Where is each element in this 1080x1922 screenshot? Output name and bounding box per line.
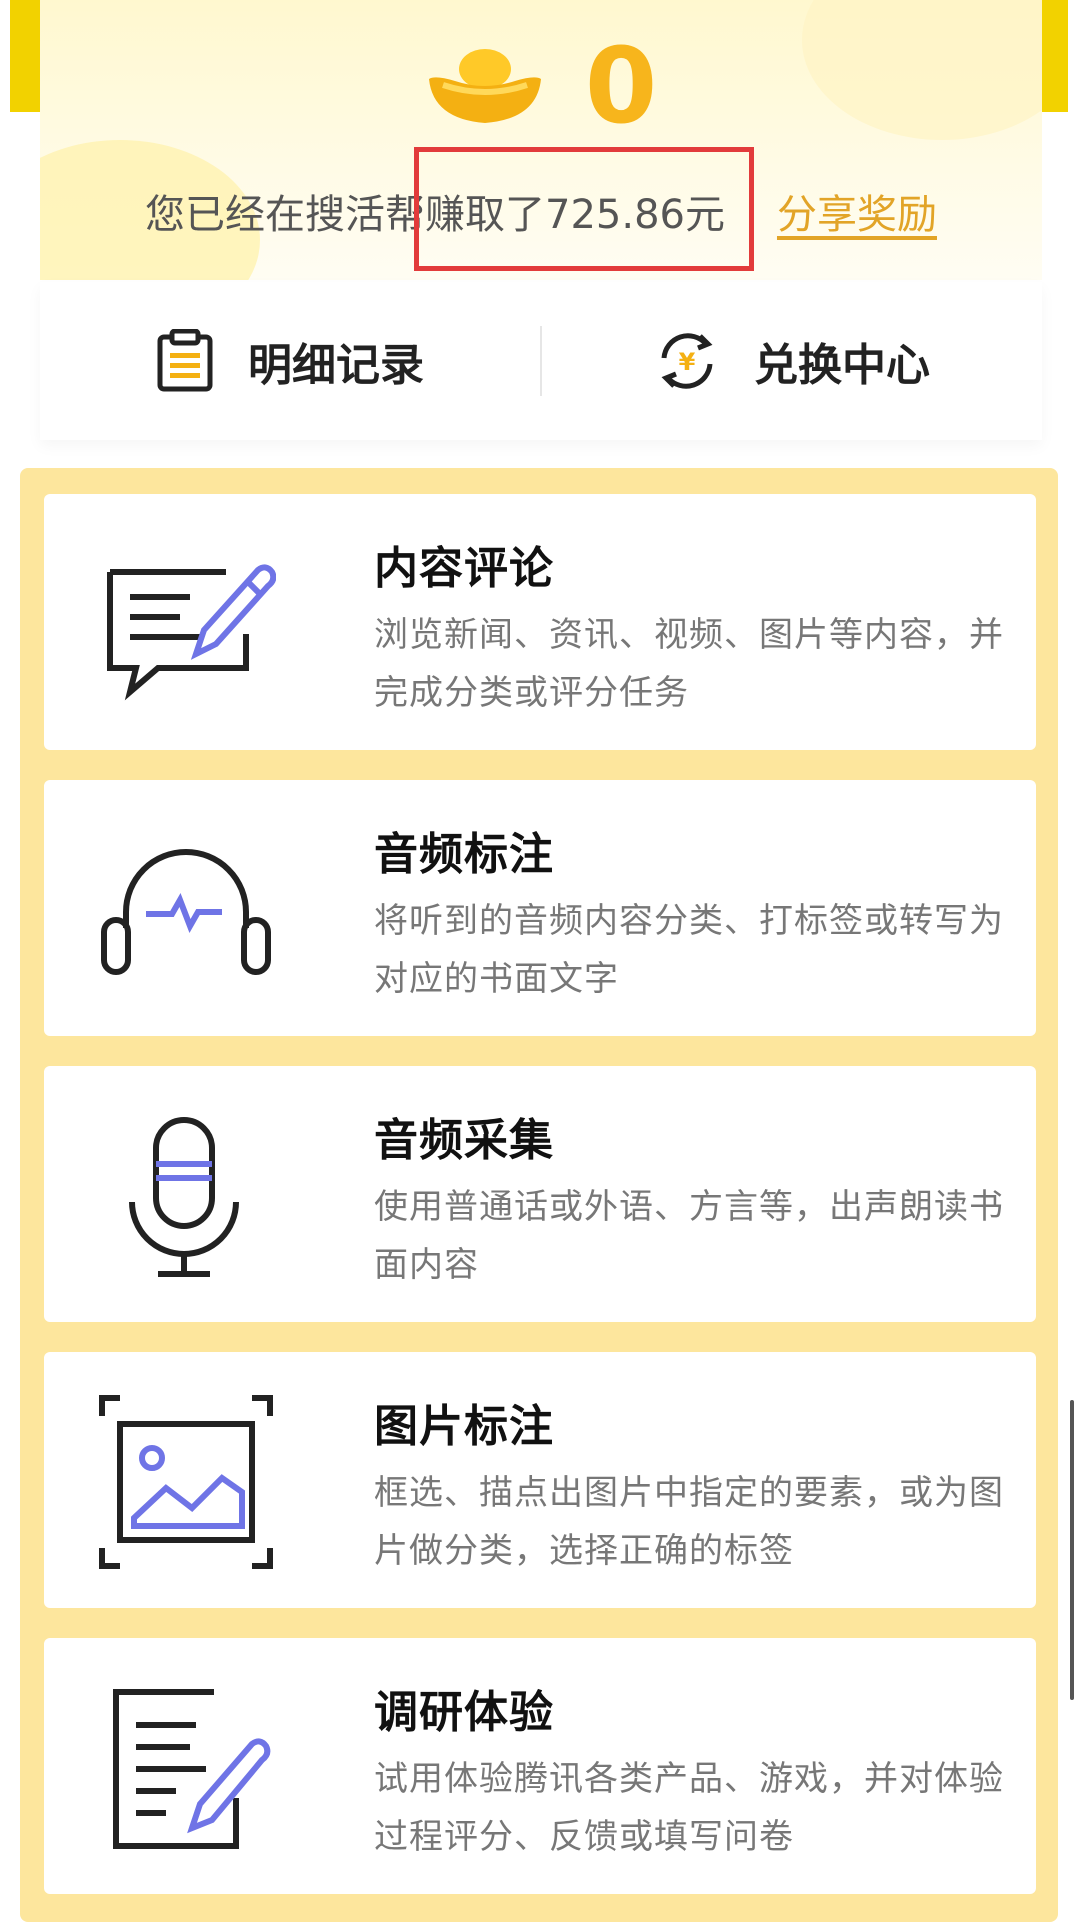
task-title: 内容评论 [374, 543, 554, 594]
image-frame-icon [99, 1395, 273, 1569]
coin-balance-row: 0 [40, 25, 1042, 147]
share-reward-link[interactable]: 分享奖励 [777, 182, 937, 240]
comment-edit-icon [107, 564, 276, 701]
microphone-icon [129, 1117, 239, 1277]
right-edge-accent [1038, 0, 1068, 112]
task-description: 浏览新闻、资讯、视频、图片等内容，并完成分类或评分任务 [374, 615, 1004, 713]
task-card-content-review[interactable]: 内容评论 浏览新闻、资讯、视频、图片等内容，并完成分类或评分任务 [44, 494, 1036, 750]
clipboard-icon [157, 329, 213, 392]
task-title: 音频采集 [374, 1115, 554, 1166]
svg-text:¥: ¥ [679, 348, 696, 376]
detail-records-button[interactable]: 明细记录 [40, 329, 540, 393]
exchange-center-button[interactable]: ¥ 兑换中心 [542, 328, 1042, 394]
task-title: 音频标注 [374, 829, 554, 880]
coin-count: 0 [584, 25, 658, 147]
task-card-audio-annotation[interactable]: 音频标注 将听到的音频内容分类、打标签或转写为对应的书面文字 [44, 780, 1036, 1036]
gold-ingot-icon [428, 49, 541, 123]
task-description: 使用普通话或外语、方言等，出声朗读书面内容 [374, 1187, 1004, 1285]
task-description: 框选、描点出图片中指定的要素，或为图片做分类，选择正确的标签 [374, 1473, 1004, 1571]
earnings-prefix: 您已经在搜活帮 [145, 192, 426, 238]
yuan-exchange-icon: ¥ [661, 333, 713, 389]
quick-links-bar: 明细记录 ¥ 兑换中心 [40, 282, 1042, 440]
task-title: 图片标注 [374, 1401, 554, 1452]
task-list-panel: 内容评论 浏览新闻、资讯、视频、图片等内容，并完成分类或评分任务 音频标注 将听… [20, 468, 1058, 1922]
task-title: 调研体验 [374, 1687, 554, 1738]
task-description: 试用体验腾讯各类产品、游戏，并对体验过程评分、反馈或填写问卷 [374, 1759, 1004, 1857]
survey-edit-icon [113, 1689, 271, 1849]
task-card-image-annotation[interactable]: 图片标注 框选、描点出图片中指定的要素，或为图片做分类，选择正确的标签 [44, 1352, 1036, 1608]
task-card-survey-experience[interactable]: 调研体验 试用体验腾讯各类产品、游戏，并对体验过程评分、反馈或填写问卷 [44, 1638, 1036, 1894]
earnings-highlight-box [414, 147, 754, 271]
headphones-icon [101, 849, 271, 975]
exchange-center-label: 兑换中心 [754, 340, 930, 391]
scrollbar[interactable] [1070, 1400, 1074, 1700]
detail-records-label: 明细记录 [248, 340, 424, 391]
left-edge-accent [10, 0, 40, 112]
task-description: 将听到的音频内容分类、打标签或转写为对应的书面文字 [374, 901, 1004, 999]
task-card-audio-collection[interactable]: 音频采集 使用普通话或外语、方言等，出声朗读书面内容 [44, 1066, 1036, 1322]
